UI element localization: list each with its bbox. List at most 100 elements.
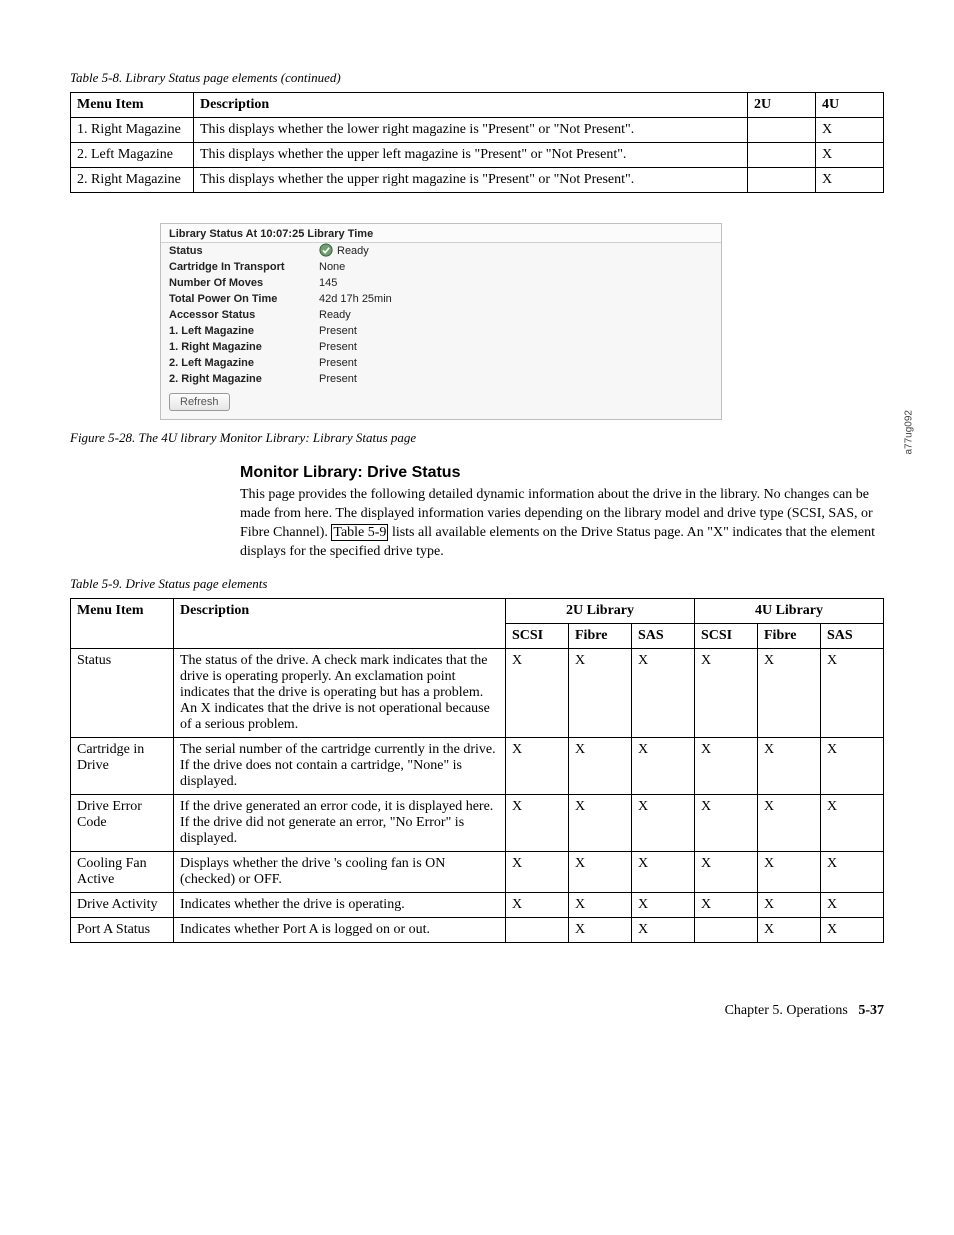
cell-mark: X	[506, 737, 569, 794]
cell-mark: X	[569, 917, 632, 942]
cell-mark: X	[632, 851, 695, 892]
status-label: Accessor Status	[169, 307, 319, 323]
cell-desc: Indicates whether the drive is operating…	[174, 892, 506, 917]
cell-2u	[748, 143, 816, 168]
cell-menu: 1. Right Magazine	[71, 118, 194, 143]
table-row: 2. Left MagazineThis displays whether th…	[71, 143, 884, 168]
cell-mark: X	[506, 892, 569, 917]
status-row: Number Of Moves145	[161, 275, 721, 291]
status-value: Ready	[319, 243, 713, 259]
cell-mark: X	[506, 648, 569, 737]
th-sub: SAS	[821, 623, 884, 648]
table-link[interactable]: Table 5-9	[331, 524, 388, 541]
cell-mark: X	[569, 737, 632, 794]
table-caption: Table 5-9. Drive Status page elements	[70, 576, 884, 592]
library-status-screenshot: Library Status At 10:07:25 Library Time …	[160, 223, 884, 420]
cell-mark: X	[506, 851, 569, 892]
cell-2u	[748, 168, 816, 193]
status-label: Status	[169, 243, 319, 259]
status-value: Present	[319, 339, 713, 355]
cell-menu: Cooling Fan Active	[71, 851, 174, 892]
cell-menu: Cartridge in Drive	[71, 737, 174, 794]
cell-menu: Drive Activity	[71, 892, 174, 917]
cell-mark	[695, 917, 758, 942]
cell-mark: X	[569, 892, 632, 917]
cell-menu: 2. Left Magazine	[71, 143, 194, 168]
th-2u: 2U	[748, 93, 816, 118]
cell-desc: If the drive generated an error code, it…	[174, 794, 506, 851]
refresh-button[interactable]: Refresh	[169, 393, 230, 411]
cell-mark: X	[569, 794, 632, 851]
panel-title: Library Status At 10:07:25 Library Time	[161, 224, 721, 243]
cell-mark: X	[758, 648, 821, 737]
status-label: 2. Left Magazine	[169, 355, 319, 371]
cell-mark: X	[632, 917, 695, 942]
page-number: 5-37	[858, 1003, 884, 1018]
cell-menu: Status	[71, 648, 174, 737]
cell-mark: X	[821, 794, 884, 851]
status-row: 2. Left MagazinePresent	[161, 355, 721, 371]
status-row: 1. Right MagazinePresent	[161, 339, 721, 355]
drive-status-table: Menu Item Description 2U Library 4U Libr…	[70, 598, 884, 943]
status-row: Cartridge In TransportNone	[161, 259, 721, 275]
cell-mark: X	[758, 892, 821, 917]
status-value: 145	[319, 275, 713, 291]
library-status-table: Menu Item Description 2U 4U 1. Right Mag…	[70, 92, 884, 193]
status-value: Ready	[319, 307, 713, 323]
cell-4u: X	[816, 168, 884, 193]
checkmark-icon	[319, 243, 333, 257]
cell-mark	[506, 917, 569, 942]
status-value: Present	[319, 323, 713, 339]
table-row: Drive Error CodeIf the drive generated a…	[71, 794, 884, 851]
chapter-label: Chapter 5. Operations	[725, 1003, 848, 1018]
cell-desc: This displays whether the lower right ma…	[194, 118, 748, 143]
status-label: 1. Right Magazine	[169, 339, 319, 355]
th-menu: Menu Item	[71, 93, 194, 118]
cell-mark: X	[632, 648, 695, 737]
cell-mark: X	[821, 648, 884, 737]
table-row: Port A StatusIndicates whether Port A is…	[71, 917, 884, 942]
th-4u: 4U	[816, 93, 884, 118]
cell-menu: Drive Error Code	[71, 794, 174, 851]
status-label: Cartridge In Transport	[169, 259, 319, 275]
cell-mark: X	[821, 892, 884, 917]
status-value: Present	[319, 371, 713, 387]
status-row: Accessor StatusReady	[161, 307, 721, 323]
cell-mark: X	[695, 794, 758, 851]
cell-mark: X	[569, 648, 632, 737]
cell-mark: X	[758, 917, 821, 942]
table-row: 1. Right MagazineThis displays whether t…	[71, 118, 884, 143]
table-row: Drive ActivityIndicates whether the driv…	[71, 892, 884, 917]
cell-menu: Port A Status	[71, 917, 174, 942]
th-sub: Fibre	[569, 623, 632, 648]
cell-mark: X	[758, 851, 821, 892]
th-4u-library: 4U Library	[695, 598, 884, 623]
status-value: 42d 17h 25min	[319, 291, 713, 307]
cell-mark: X	[695, 892, 758, 917]
th-2u-library: 2U Library	[506, 598, 695, 623]
table-row: 2. Right MagazineThis displays whether t…	[71, 168, 884, 193]
cell-mark: X	[632, 794, 695, 851]
cell-mark: X	[758, 794, 821, 851]
cell-menu: 2. Right Magazine	[71, 168, 194, 193]
cell-mark: X	[632, 737, 695, 794]
cell-desc: The serial number of the cartridge curre…	[174, 737, 506, 794]
th-sub: SCSI	[506, 623, 569, 648]
figure-caption: Figure 5-28. The 4U library Monitor Libr…	[70, 430, 884, 446]
cell-mark: X	[695, 851, 758, 892]
status-row: StatusReady	[161, 243, 721, 259]
table-row: Cooling Fan ActiveDisplays whether the d…	[71, 851, 884, 892]
status-row: 1. Left MagazinePresent	[161, 323, 721, 339]
cell-desc: Displays whether the drive 's cooling fa…	[174, 851, 506, 892]
status-label: 1. Left Magazine	[169, 323, 319, 339]
cell-4u: X	[816, 143, 884, 168]
status-value: None	[319, 259, 713, 275]
table-caption: Table 5-8. Library Status page elements …	[70, 70, 884, 86]
status-label: Number Of Moves	[169, 275, 319, 291]
cell-mark: X	[821, 737, 884, 794]
th-sub: SAS	[632, 623, 695, 648]
cell-mark: X	[506, 794, 569, 851]
status-row: 2. Right MagazinePresent	[161, 371, 721, 387]
table-row: StatusThe status of the drive. A check m…	[71, 648, 884, 737]
status-row: Total Power On Time42d 17h 25min	[161, 291, 721, 307]
